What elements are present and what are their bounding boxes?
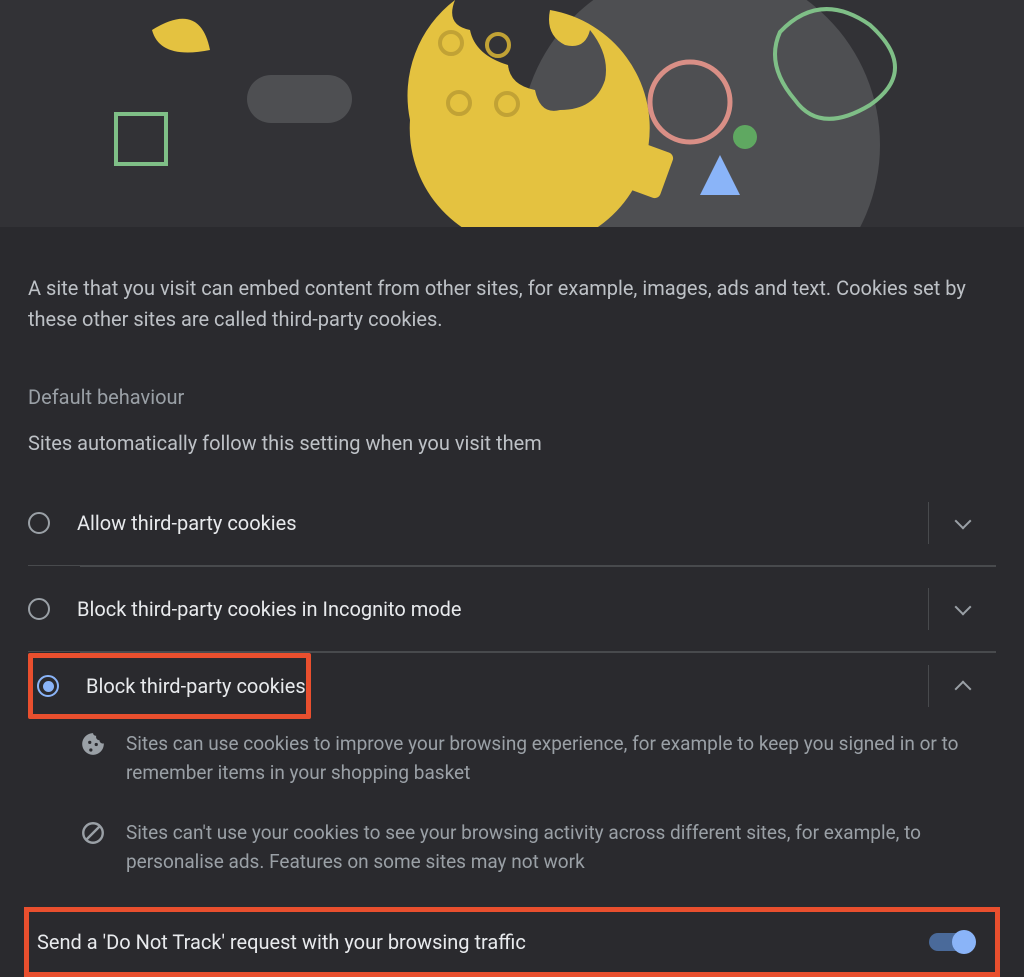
block-icon <box>80 820 106 846</box>
highlight-annotation: Block third-party cookies <box>28 653 311 719</box>
chevron-down-icon <box>954 599 971 616</box>
option-label: Allow third-party cookies <box>77 511 928 535</box>
toggle-knob-icon <box>952 930 976 954</box>
cookie-icon <box>80 731 106 757</box>
radio-option-block-incognito[interactable]: Block third-party cookies in Incognito m… <box>28 567 996 652</box>
chevron-up-icon <box>954 681 971 698</box>
option-label: Block third-party cookies <box>86 674 306 698</box>
section-title: Default behaviour <box>28 385 996 409</box>
radio-icon <box>37 675 59 697</box>
expand-button[interactable] <box>928 502 996 544</box>
do-not-track-label: Send a 'Do Not Track' request with your … <box>37 930 526 954</box>
expand-button[interactable] <box>928 588 996 630</box>
detail-text: Sites can't use your cookies to see your… <box>126 818 996 877</box>
radio-option-block-all[interactable]: Block third-party cookies <box>28 653 996 719</box>
option-label: Block third-party cookies in Incognito m… <box>77 597 928 621</box>
do-not-track-row[interactable]: Send a 'Do Not Track' request with your … <box>37 912 979 972</box>
do-not-track-toggle[interactable] <box>929 933 973 951</box>
radio-option-allow[interactable]: Allow third-party cookies <box>28 481 996 566</box>
detail-item: Sites can't use your cookies to see your… <box>80 818 996 877</box>
radio-icon <box>28 598 50 620</box>
detail-text: Sites can use cookies to improve your br… <box>126 729 996 788</box>
option-details: Sites can use cookies to improve your br… <box>80 719 996 877</box>
radio-icon <box>28 512 50 534</box>
section-subtitle: Sites automatically follow this setting … <box>28 431 996 455</box>
highlight-annotation: Send a 'Do Not Track' request with your … <box>24 907 1000 977</box>
detail-item: Sites can use cookies to improve your br… <box>80 729 996 788</box>
cookies-illustration-banner <box>0 0 1024 227</box>
intro-text: A site that you visit can embed content … <box>28 273 996 335</box>
collapse-button[interactable] <box>928 665 996 707</box>
chevron-down-icon <box>954 513 971 530</box>
